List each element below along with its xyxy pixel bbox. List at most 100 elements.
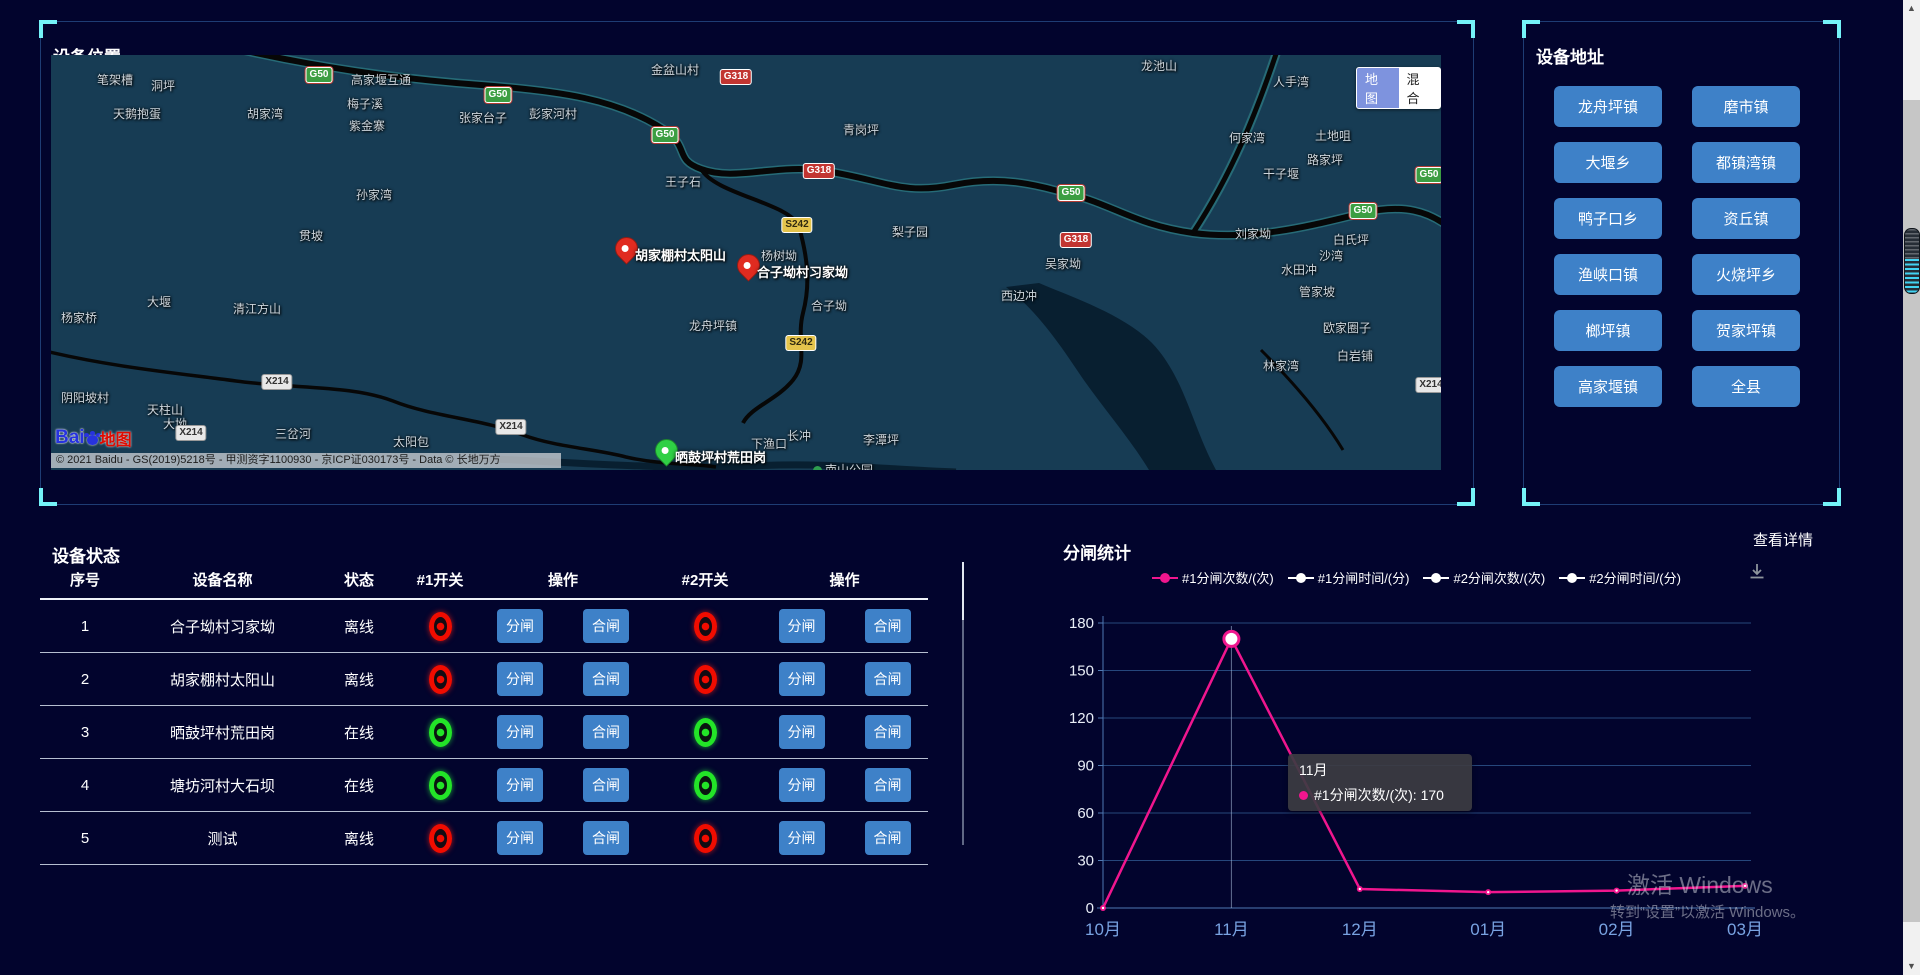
map-place-label: 欧家圈子: [1323, 319, 1371, 336]
switch2-operations: 分闸 合闸: [761, 715, 928, 749]
switch1-operations: 分闸 合闸: [477, 715, 649, 749]
open-switch-button[interactable]: 分闸: [779, 768, 825, 802]
legend-item[interactable]: #2分闸次数/(次): [1423, 568, 1545, 587]
svg-text:01月: 01月: [1470, 920, 1506, 939]
map-marker-label: 胡家棚村太阳山: [635, 245, 726, 264]
download-icon[interactable]: [1747, 562, 1767, 582]
corner-decoration: [39, 488, 57, 506]
scrollbar-down-arrow[interactable]: ▼: [1903, 961, 1920, 971]
address-button[interactable]: 龙舟坪镇: [1554, 86, 1662, 127]
chart-legend: #1分闸次数/(次) #1分闸时间/(分) #2分闸次数/(次) #2分闸时间/(分): [1152, 568, 1681, 587]
address-button[interactable]: 都镇湾镇: [1692, 142, 1800, 183]
switch1-operations: 分闸 合闸: [477, 768, 649, 802]
close-switch-button[interactable]: 合闸: [865, 821, 911, 855]
address-panel-title: 设备地址: [1536, 43, 1604, 68]
address-button[interactable]: 高家堰镇: [1554, 366, 1662, 407]
legend-item[interactable]: #1分闸次数/(次): [1152, 568, 1274, 587]
legend-item[interactable]: #2分闸时间/(分): [1559, 568, 1681, 587]
device-state: 在线: [344, 722, 374, 743]
map-type-hybrid-button[interactable]: 混合: [1399, 68, 1441, 108]
road-badge: G50: [1059, 186, 1084, 200]
address-button[interactable]: 火烧坪乡: [1692, 254, 1800, 295]
address-button[interactable]: 大堰乡: [1554, 142, 1662, 183]
open-switch-button[interactable]: 分闸: [497, 715, 543, 749]
switch1-indicator: [429, 771, 452, 800]
svg-text:02月: 02月: [1599, 920, 1635, 939]
svg-text:11月: 11月: [1214, 920, 1249, 939]
map-type-toggle: 地图 混合: [1356, 67, 1441, 109]
map-place-label: 洞坪: [151, 77, 175, 94]
map-place-label: 梅子溪: [347, 95, 383, 112]
open-switch-button[interactable]: 分闸: [497, 609, 543, 643]
table-header-cell: 序号: [70, 569, 100, 590]
road-badge: G318: [1061, 233, 1091, 247]
address-button[interactable]: 渔峡口镇: [1554, 254, 1662, 295]
baidu-map[interactable]: 笔架槽洞坪天鹅抱蛋胡家湾高家堰互通梅子溪紫金寨张家台子彭家河村金盆山村龙池山人手…: [51, 55, 1441, 470]
open-switch-button[interactable]: 分闸: [779, 715, 825, 749]
switch2-operations: 分闸 合闸: [761, 609, 928, 643]
svg-text:150: 150: [1069, 663, 1094, 680]
map-place-label: 西边冲: [1001, 287, 1037, 304]
map-place-label: 三岔河: [275, 425, 311, 442]
device-state: 离线: [344, 828, 374, 849]
address-button[interactable]: 榔坪镇: [1554, 310, 1662, 351]
open-switch-button[interactable]: 分闸: [497, 662, 543, 696]
address-button[interactable]: 全县: [1692, 366, 1800, 407]
address-button[interactable]: 鸭子口乡: [1554, 198, 1662, 239]
road-badge: G50: [1417, 168, 1441, 182]
map-place-label: 高家堰互通: [351, 71, 411, 88]
close-switch-button[interactable]: 合闸: [865, 662, 911, 696]
open-switch-button[interactable]: 分闸: [779, 821, 825, 855]
legend-item[interactable]: #1分闸时间/(分): [1288, 568, 1410, 587]
device-state: 在线: [344, 775, 374, 796]
table-scrollbar[interactable]: [962, 562, 964, 845]
close-switch-button[interactable]: 合闸: [583, 715, 629, 749]
address-button[interactable]: 贺家坪镇: [1692, 310, 1800, 351]
view-details-link[interactable]: 查看详情: [1753, 529, 1813, 550]
close-switch-button[interactable]: 合闸: [583, 662, 629, 696]
close-switch-button[interactable]: 合闸: [865, 715, 911, 749]
scrollbar-widget[interactable]: [1904, 228, 1920, 294]
map-marker-label: 晒鼓坪村荒田岗: [675, 447, 766, 466]
corner-decoration: [1522, 20, 1540, 38]
svg-text:90: 90: [1077, 758, 1094, 775]
road-badge: S242: [782, 218, 811, 232]
close-switch-button[interactable]: 合闸: [865, 609, 911, 643]
map-place-label: 吴家坳: [1045, 255, 1081, 272]
map-place-label: 太阳包: [393, 433, 429, 450]
close-switch-button[interactable]: 合闸: [583, 821, 629, 855]
close-switch-button[interactable]: 合闸: [583, 768, 629, 802]
baidu-logo-text: Bai: [55, 427, 85, 449]
switch1-indicator: [429, 718, 452, 747]
open-switch-button[interactable]: 分闸: [779, 609, 825, 643]
windows-activation-watermark-sub: 转到“设置”以激活 Windows。: [1610, 901, 1805, 922]
tooltip-series-dot: [1299, 791, 1308, 800]
road-badge: X214: [496, 420, 525, 434]
map-place-label: 路家坪: [1307, 151, 1343, 168]
device-name: 合子坳村习家坳: [170, 616, 275, 637]
close-switch-button[interactable]: 合闸: [583, 609, 629, 643]
close-switch-button[interactable]: 合闸: [865, 768, 911, 802]
map-place-label: 龙池山: [1141, 57, 1177, 74]
map-place-label: 土地咀: [1315, 127, 1351, 144]
address-button[interactable]: 资丘镇: [1692, 198, 1800, 239]
map-place-label: 何家湾: [1229, 129, 1265, 146]
switch2-operations: 分闸 合闸: [761, 768, 928, 802]
map-place-label: 张家台子: [459, 109, 507, 126]
road-badge: X214: [262, 375, 291, 389]
map-place-label: 清江方山: [233, 300, 281, 317]
map-place-label: 王子石: [665, 173, 701, 190]
address-button[interactable]: 磨市镇: [1692, 86, 1800, 127]
open-switch-button[interactable]: 分闸: [497, 821, 543, 855]
map-place-label: 人手湾: [1273, 73, 1309, 90]
corner-decoration: [1823, 488, 1841, 506]
device-name: 测试: [207, 828, 237, 849]
page-scrollbar-thumb[interactable]: [1903, 100, 1920, 922]
open-switch-button[interactable]: 分闸: [497, 768, 543, 802]
open-switch-button[interactable]: 分闸: [779, 662, 825, 696]
road-badge: G50: [653, 128, 678, 142]
map-place-label: 合子坳: [811, 297, 847, 314]
map-type-map-button[interactable]: 地图: [1357, 68, 1399, 108]
scrollbar-up-arrow[interactable]: ▲: [1903, 3, 1920, 13]
device-location-panel: 设备位置 笔架槽洞坪天鹅抱蛋胡家湾高家堰互通梅子溪紫金寨张家台子彭家河村金盆山村…: [40, 21, 1474, 505]
